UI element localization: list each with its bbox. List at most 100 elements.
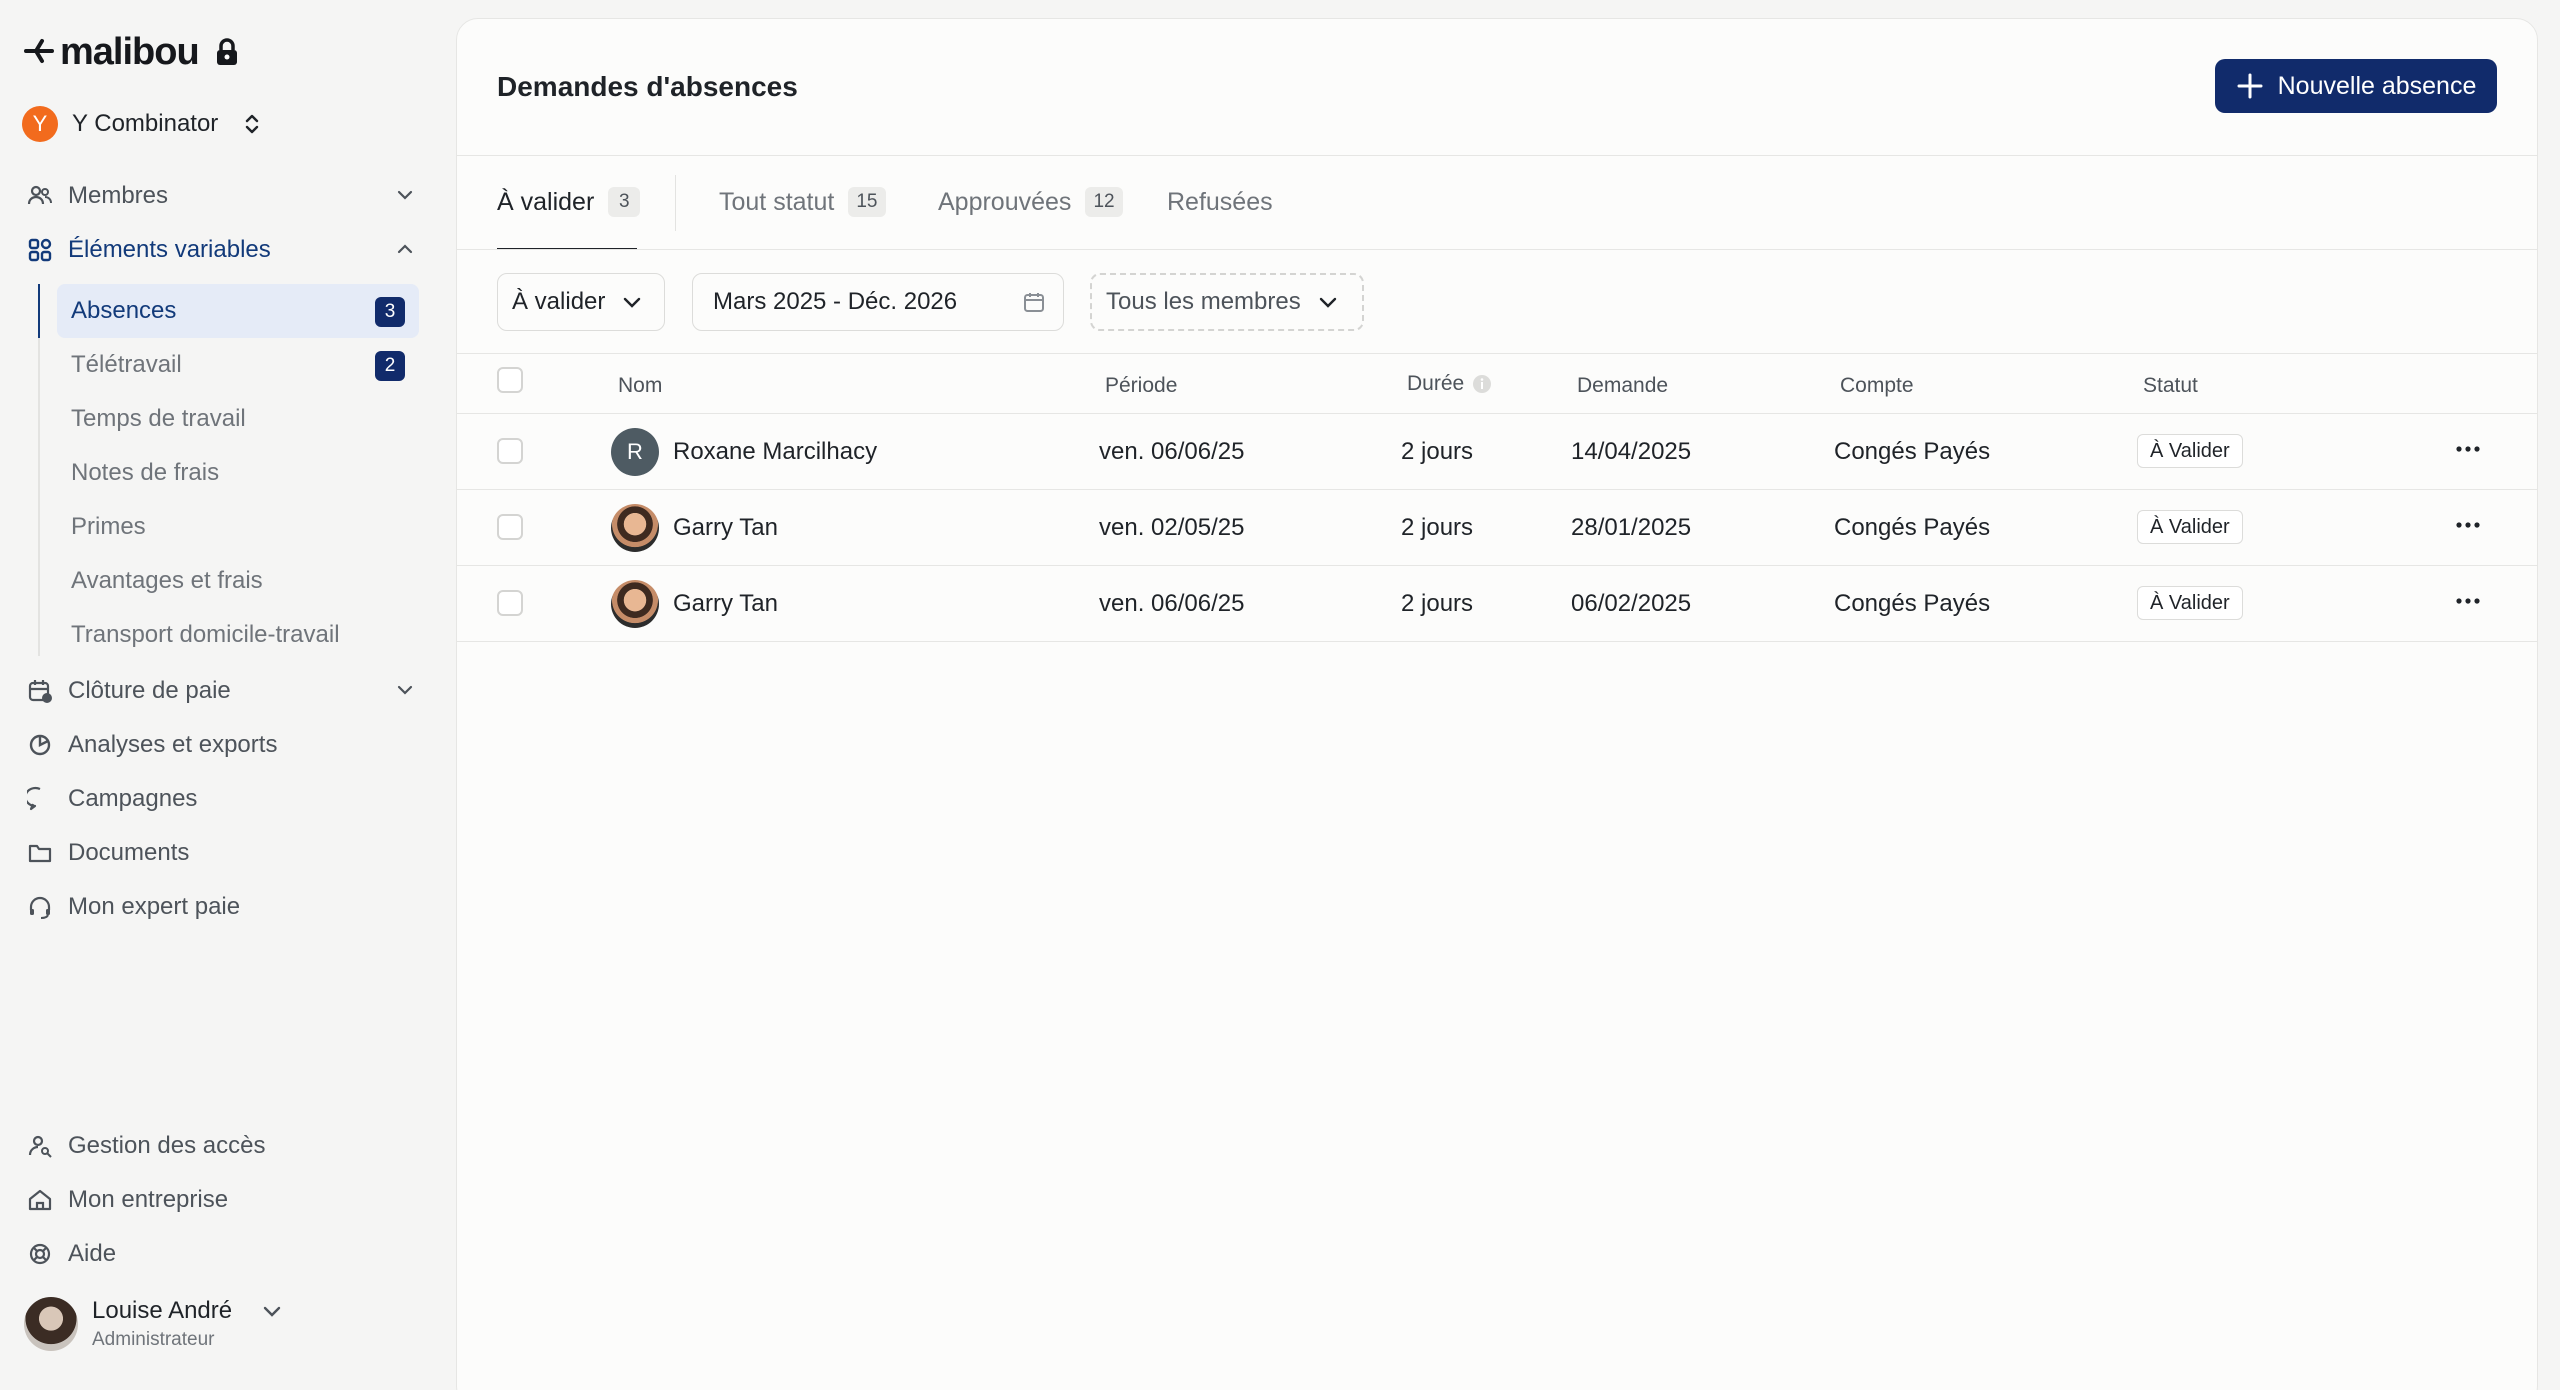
- tab-approuvees[interactable]: Approuvées 12: [938, 155, 1123, 249]
- calendar-check-icon: [26, 677, 54, 705]
- user-menu[interactable]: Louise André Administrateur: [24, 1296, 284, 1352]
- cell-request-date: 14/04/2025: [1571, 438, 1692, 465]
- sidebar-item-elements-variables[interactable]: Éléments variables: [26, 230, 416, 270]
- date-range-picker[interactable]: Mars 2025 - Déc. 2026: [692, 273, 1064, 331]
- cell-account: Congés Payés: [1834, 590, 1991, 617]
- sidebar-subitem-label: Avantages et frais: [71, 567, 263, 594]
- tab-label: Refusées: [1167, 187, 1273, 216]
- table-header: Nom Période Durée Demande Compte Statut: [457, 354, 2537, 414]
- row-checkbox[interactable]: [497, 438, 523, 464]
- sidebar-item-mon-expert-paie[interactable]: Mon expert paie: [26, 887, 416, 927]
- column-header-period[interactable]: Période: [1105, 374, 1177, 398]
- members-filter-select[interactable]: Tous les membres: [1090, 273, 1364, 331]
- tab-tout-statut[interactable]: Tout statut 15: [719, 155, 886, 249]
- tab-label: Approuvées: [938, 187, 1072, 216]
- table-row[interactable]: R Roxane Marcilhacy ven. 06/06/25 2 jour…: [457, 414, 2537, 490]
- tab-refusees[interactable]: Refusées: [1167, 155, 1273, 249]
- sidebar-item-label: Clôture de paie: [68, 677, 231, 704]
- sidebar-item-label: Documents: [68, 839, 190, 866]
- page-title: Demandes d'absences: [497, 71, 798, 102]
- table-row[interactable]: Garry Tan ven. 02/05/25 2 jours 28/01/20…: [457, 490, 2537, 566]
- info-icon[interactable]: [1472, 374, 1492, 394]
- sidebar-item-label: Mon expert paie: [68, 893, 241, 920]
- new-absence-label: Nouvelle absence: [2277, 71, 2477, 100]
- malibou-mark-icon: [24, 39, 54, 63]
- column-header-status[interactable]: Statut: [2143, 374, 2198, 398]
- sidebar-item-gestion-des-acces[interactable]: Gestion des accès: [26, 1126, 416, 1166]
- row-checkbox[interactable]: [497, 590, 523, 616]
- sidebar-item-analyses[interactable]: Analyses et exports: [26, 725, 416, 765]
- cell-request-date: 06/02/2025: [1571, 590, 1692, 617]
- status-filter-value: À valider: [512, 288, 606, 315]
- tab-count: 15: [848, 187, 886, 217]
- chat-bubble-icon: [26, 785, 54, 813]
- chevron-down-icon: [1319, 297, 1336, 308]
- chevron-up-icon: [397, 244, 413, 254]
- sidebar-item-campagnes[interactable]: Campagnes: [26, 779, 416, 819]
- company-name: Y Combinator: [72, 110, 219, 137]
- column-header-duration[interactable]: Durée: [1407, 372, 1492, 396]
- tab-label: À valider: [497, 187, 595, 216]
- sidebar-item-documents[interactable]: Documents: [26, 833, 416, 873]
- sidebar-subitem-label: Primes: [71, 513, 146, 540]
- select-all-checkbox[interactable]: [497, 367, 523, 393]
- sidebar-subitem-avantages-et-frais[interactable]: Avantages et frais: [57, 554, 419, 608]
- sidebar-item-cloture-de-paie[interactable]: Clôture de paie: [26, 671, 416, 711]
- date-range-value: Mars 2025 - Déc. 2026: [713, 288, 958, 315]
- members-filter-value: Tous les membres: [1106, 288, 1301, 315]
- lock-icon: [216, 38, 237, 65]
- company-avatar: Y: [22, 106, 58, 142]
- sidebar-subitem-notes-de-frais[interactable]: Notes de frais: [57, 446, 419, 500]
- cell-name: Garry Tan: [673, 514, 778, 541]
- status-filter-select[interactable]: À valider: [497, 273, 665, 331]
- column-header-name[interactable]: Nom: [618, 374, 662, 398]
- user-role: Administrateur: [92, 1329, 215, 1350]
- column-header-request[interactable]: Demande: [1577, 374, 1668, 398]
- tab-a-valider[interactable]: À valider 3: [497, 155, 641, 249]
- user-name: Louise André: [92, 1297, 233, 1324]
- users-icon: [26, 182, 54, 210]
- user-key-icon: [26, 1132, 54, 1160]
- chevron-down-icon: [397, 685, 413, 695]
- tab-count: 12: [1085, 187, 1123, 217]
- main-panel: Demandes d'absences Nouvelle absence À v…: [456, 18, 2538, 1390]
- chevron-down-icon: [397, 190, 413, 200]
- sidebar: malibou Y Y Combinator Membres Éléments …: [0, 0, 440, 1390]
- member-avatar: [611, 504, 659, 552]
- sidebar-item-label: Aide: [68, 1240, 117, 1267]
- more-options-icon[interactable]: [2453, 510, 2483, 540]
- cell-duration: 2 jours: [1401, 438, 1474, 465]
- status-badge: À Valider: [2137, 434, 2243, 468]
- sidebar-subitem-temps-de-travail[interactable]: Temps de travail: [57, 392, 419, 446]
- cell-account: Congés Payés: [1834, 514, 1991, 541]
- column-header-account[interactable]: Compte: [1840, 374, 1914, 398]
- sidebar-subitem-absences[interactable]: Absences 3: [57, 284, 419, 338]
- status-badge: À Valider: [2137, 586, 2243, 620]
- sidebar-subitem-label: Transport domicile-travail: [71, 621, 340, 648]
- new-absence-button[interactable]: Nouvelle absence: [2215, 59, 2497, 113]
- company-switcher[interactable]: Y Y Combinator: [22, 106, 260, 142]
- cell-name: Garry Tan: [673, 590, 778, 617]
- grid-icon: [26, 236, 54, 264]
- malibou-logo[interactable]: malibou: [14, 31, 239, 73]
- more-options-icon[interactable]: [2453, 586, 2483, 616]
- sidebar-subitem-primes[interactable]: Primes: [57, 500, 419, 554]
- count-badge: 2: [375, 351, 405, 381]
- folder-icon: [26, 839, 54, 867]
- table-row[interactable]: Garry Tan ven. 06/06/25 2 jours 06/02/20…: [457, 566, 2537, 642]
- cell-period: ven. 06/06/25: [1099, 590, 1245, 617]
- sidebar-subitem-transport[interactable]: Transport domicile-travail: [57, 608, 419, 662]
- sidebar-item-mon-entreprise[interactable]: Mon entreprise: [26, 1180, 416, 1220]
- cell-duration: 2 jours: [1401, 514, 1474, 541]
- sidebar-subitem-teletravail[interactable]: Télétravail 2: [57, 338, 419, 392]
- plus-icon: [2237, 73, 2263, 99]
- sidebar-item-membres[interactable]: Membres: [26, 176, 416, 216]
- status-badge: À Valider: [2137, 510, 2243, 544]
- calendar-icon: [1024, 293, 1044, 312]
- updown-chevron-icon: [246, 114, 259, 134]
- sidebar-subitem-label: Notes de frais: [71, 459, 220, 486]
- headset-icon: [26, 893, 54, 921]
- more-options-icon[interactable]: [2453, 434, 2483, 464]
- row-checkbox[interactable]: [497, 514, 523, 540]
- sidebar-item-aide[interactable]: Aide: [26, 1234, 416, 1274]
